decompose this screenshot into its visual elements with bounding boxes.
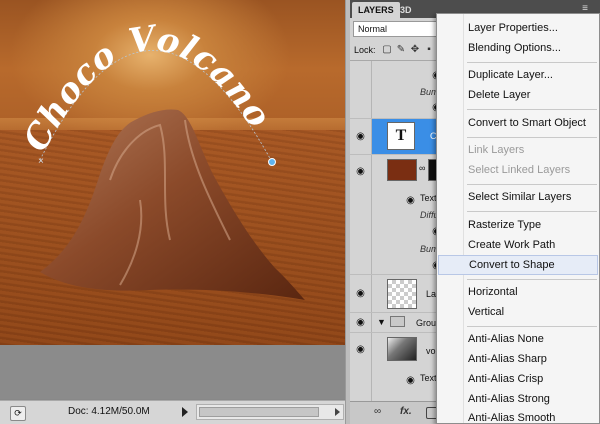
link-icon[interactable]: ∞	[374, 406, 381, 417]
menu-item-delete-layer[interactable]: Delete Layer	[437, 85, 599, 105]
eye-icon[interactable]: ◉	[354, 167, 367, 177]
status-bar: ⟳ Doc: 4.12M/50.0M	[0, 400, 347, 424]
menu-separator	[467, 211, 597, 212]
fx-icon[interactable]: fx.	[400, 406, 412, 417]
canvas-artwork: × Choco Volcano	[16, 18, 305, 301]
scrollbar-thumb[interactable]	[199, 407, 319, 417]
eye-icon[interactable]: ◉	[354, 132, 367, 142]
empty-layer-thumb	[387, 279, 417, 309]
menu-item-anti-alias-crisp[interactable]: Anti-Alias Crisp	[437, 369, 599, 389]
lock-all-icon[interactable]: ▪	[424, 45, 434, 55]
menu-separator	[467, 62, 597, 63]
menu-item-anti-alias-none[interactable]: Anti-Alias None	[437, 329, 599, 349]
lock-label: Lock:	[354, 45, 376, 55]
folder-icon	[390, 316, 405, 327]
blend-mode-select[interactable]: Normal	[353, 21, 437, 37]
menu-separator	[467, 326, 597, 327]
menu-item-rasterize-type[interactable]: Rasterize Type	[437, 215, 599, 235]
menu-item-select-linked-layers: Select Linked Layers	[468, 164, 571, 176]
layer-name[interactable]: vo	[426, 346, 436, 356]
lock-transparent-icon[interactable]: ▢	[382, 45, 392, 55]
layer-name[interactable]: Grou	[416, 318, 436, 328]
menu-item-anti-alias-strong[interactable]: Anti-Alias Strong	[437, 389, 599, 409]
menu-separator	[467, 109, 597, 110]
eye-icon[interactable]: ◉	[404, 196, 417, 206]
vo-layer-thumb	[387, 337, 417, 361]
link-icon: ∞	[419, 163, 426, 173]
document-window: × Choco Volcano ⟳ Doc: 4.12M/50.0M	[0, 0, 347, 424]
menu-item-blending-options[interactable]: Blending Options...	[437, 38, 599, 58]
menu-item-vertical[interactable]: Vertical	[437, 302, 599, 322]
eye-icon[interactable]: ◉	[354, 345, 367, 355]
menu-separator	[467, 279, 597, 280]
menu-item-create-work-path[interactable]: Create Work Path	[437, 235, 599, 255]
menu-item-duplicate-layer[interactable]: Duplicate Layer...	[437, 65, 599, 85]
menu-separator	[467, 137, 597, 138]
document-canvas[interactable]: × Choco Volcano	[0, 0, 345, 345]
text-layer-thumb: T	[387, 122, 415, 150]
tab-3d[interactable]: 3D	[394, 2, 418, 18]
status-menu-arrow-icon[interactable]	[182, 407, 188, 417]
volcano-layer-thumb	[387, 159, 417, 181]
doc-size-info: Doc: 4.12M/50.0M	[68, 406, 150, 417]
path-start-anchor[interactable]: ×	[38, 156, 44, 167]
lock-position-icon[interactable]: ✥	[410, 45, 420, 55]
eye-icon[interactable]: ◉	[354, 289, 367, 299]
menu-item-convert-to-shape[interactable]: Convert to Shape	[438, 255, 598, 275]
tab-layers[interactable]: LAYERS	[352, 2, 400, 18]
navigator-icon[interactable]: ⟳	[10, 406, 26, 421]
menu-item-layer-properties[interactable]: Layer Properties...	[437, 18, 599, 38]
menu-item-convert-smart-object[interactable]: Convert to Smart Object	[437, 113, 599, 133]
scroll-right-icon[interactable]	[335, 408, 340, 416]
menu-item-anti-alias-sharp[interactable]: Anti-Alias Sharp	[437, 349, 599, 369]
menu-item-anti-alias-smooth[interactable]: Anti-Alias Smooth	[437, 409, 599, 423]
menu-item-select-similar-layers[interactable]: Select Similar Layers	[437, 187, 599, 207]
canvas-pasteboard	[0, 345, 347, 399]
eye-icon[interactable]: ◉	[354, 318, 367, 328]
lock-image-icon[interactable]: ✎	[396, 45, 406, 55]
menu-item-link-layers: Link Layers	[468, 144, 525, 156]
horizontal-scrollbar[interactable]	[196, 404, 344, 420]
chevron-down-icon[interactable]: ▼	[377, 317, 386, 327]
layer-context-menu: Layer Properties... Blending Options... …	[436, 13, 600, 424]
path-end-anchor[interactable]	[268, 158, 276, 166]
eye-icon[interactable]: ◉	[404, 376, 417, 386]
menu-separator	[467, 184, 597, 185]
menu-item-horizontal[interactable]: Horizontal	[437, 282, 599, 302]
volcano-mountain	[40, 109, 305, 301]
